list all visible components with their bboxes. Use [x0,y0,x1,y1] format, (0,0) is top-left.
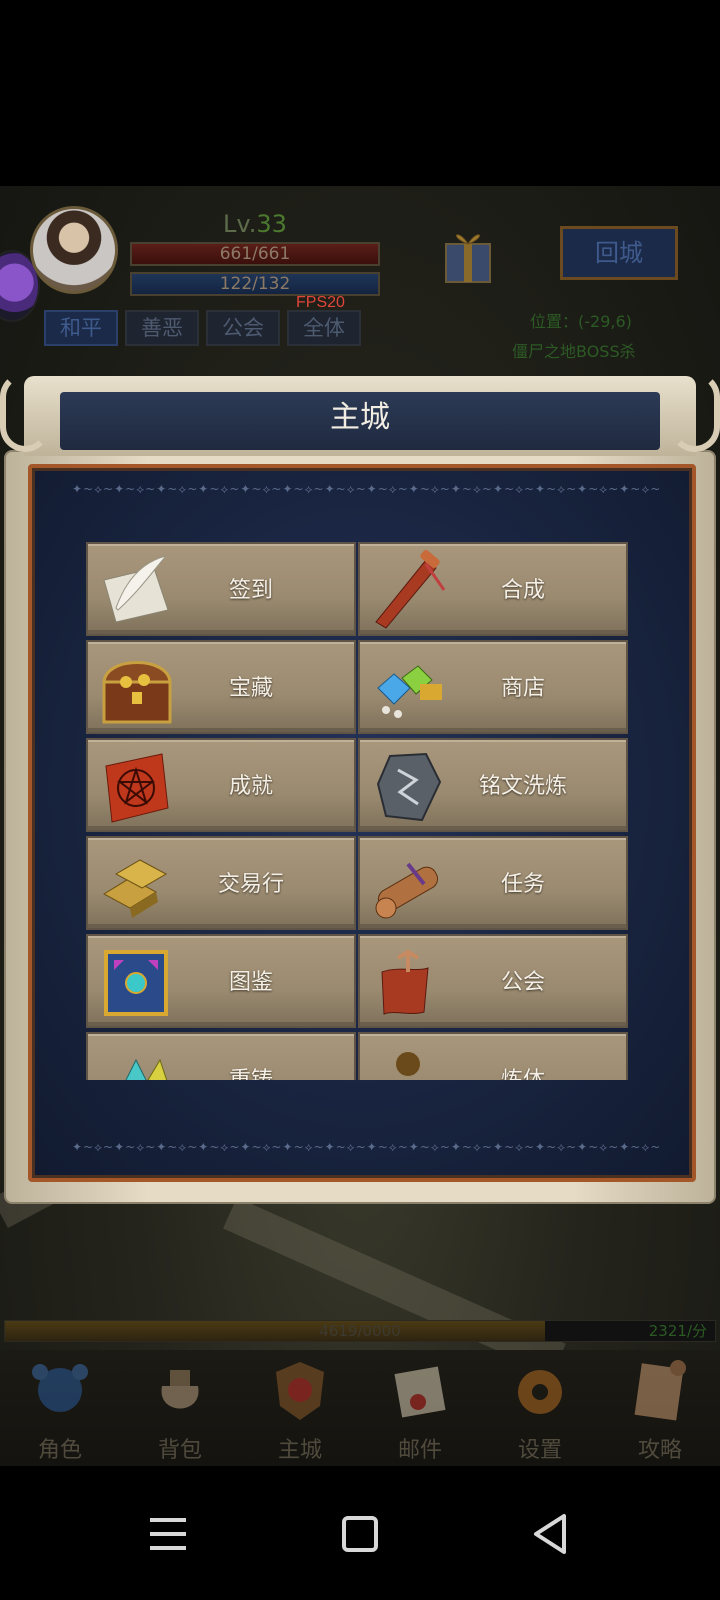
menu-label: 签到 [228,578,273,603]
menu-label: 合成 [500,578,545,603]
red-scroll-icon [375,550,446,629]
main-city-dialog: ✦~⟡~✦~⟡~✦~⟡~✦~⟡~✦~⟡~✦~⟡~✦~⟡~✦~⟡~✦~⟡~✦~⟡~… [0,372,720,1204]
nav-label: 角色 [37,1438,82,1463]
rune-stone-icon [376,752,442,822]
home-icon[interactable] [330,1504,390,1564]
menu-treasure-button[interactable]: 宝藏 [86,640,356,734]
guide-scroll-icon [634,1360,686,1421]
position-readout: 位置：(-29,6) [530,312,632,331]
quest-scroll-icon [375,862,439,919]
treasure-chest-icon [102,661,172,724]
mp-bar: 122/132 [130,272,380,296]
menu-shop-button[interactable]: 商店 [358,640,628,734]
exp-rate: 2321/分 [648,1322,707,1340]
map-name: 僵尸之地BOSS杀 [512,342,636,361]
menu-label: 任务 [500,872,545,897]
screen: Lv.33 661/661 122/132 FPS20 和平 善恶 公会 全体 … [0,0,720,1600]
mode-all-button[interactable]: 全体 [287,310,361,346]
menu-trade-button[interactable]: 交易行 [86,836,356,930]
silhouette-icon [396,1052,420,1076]
system-nav-bar [0,1466,720,1600]
menu-label: 商店 [500,676,545,701]
menu-grid[interactable]: 签到 合成 宝藏 商店 成就 铭文洗炼 交易行 任务 图鉴 公会 [86,542,632,1080]
exp-text: 4619/0000 [319,1322,401,1340]
menu-achievement-button[interactable]: 成就 [86,738,356,832]
nav-character[interactable]: 角色 [0,1350,120,1466]
codex-book-icon [104,950,168,1016]
gems-icon [377,665,442,718]
bottom-nav: 角色 背包 主城 邮件 设置 攻略 [0,1350,720,1466]
menu-inscription-button[interactable]: 铭文洗炼 [358,738,628,832]
mode-peace-button[interactable]: 和平 [44,310,118,346]
menu-synthesis-button[interactable]: 合成 [358,542,628,636]
nav-label: 邮件 [397,1438,442,1463]
gift-box-icon[interactable] [440,222,496,286]
mode-guild-button[interactable]: 公会 [206,310,280,346]
menu-label: 图鉴 [228,970,273,995]
mode-good-evil-button[interactable]: 善恶 [125,310,199,346]
menu-body-refine-button[interactable]: 炼体 [358,1032,628,1080]
nav-label: 攻略 [637,1438,682,1463]
menu-sign-in-button[interactable]: 签到 [86,542,356,636]
menu-label: 成就 [228,774,273,799]
guild-banner-icon [381,949,429,1015]
menu-label: 公会 [500,970,545,995]
back-icon[interactable] [522,1504,582,1564]
dialog-title: 主城 [330,400,390,435]
road [223,1197,566,1375]
hp-bar: 661/661 [130,242,380,266]
menu-label: 交易行 [217,872,284,897]
nav-mail[interactable]: 邮件 [360,1350,480,1466]
menu-reforge-button[interactable]: 重铸 [86,1032,356,1080]
pentagram-scroll-icon [105,753,169,823]
level-prefix: Lv. [223,210,257,238]
nav-label: 设置 [517,1438,562,1463]
ornament-divider: ✦~⟡~✦~⟡~✦~⟡~✦~⟡~✦~⟡~✦~⟡~✦~⟡~✦~⟡~✦~⟡~✦~⟡~… [72,482,660,496]
bag-icon [161,1370,199,1409]
menu-guild-button[interactable]: 公会 [358,934,628,1028]
menu-codex-button[interactable]: 图鉴 [86,934,356,1028]
avatar[interactable] [30,206,118,294]
quill-paper-icon [103,555,169,623]
nav-guide[interactable]: 攻略 [600,1350,720,1466]
level-value: 33 [256,210,287,238]
nav-label: 主城 [277,1438,322,1463]
level-display: Lv.33 [130,210,380,238]
crystal-icon [125,1058,168,1080]
nav-settings[interactable]: 设置 [480,1350,600,1466]
gold-bars-icon [102,859,168,918]
menu-icon[interactable] [138,1504,198,1564]
character-orb-icon [32,1364,88,1412]
menu-label: 铭文洗炼 [478,774,567,799]
gear-icon [518,1370,562,1414]
mail-icon [394,1366,446,1418]
return-city-button[interactable]: 回城 [560,226,678,280]
city-shield-icon [276,1362,324,1420]
nav-bag[interactable]: 背包 [120,1350,240,1466]
menu-label: 炼体 [448,1034,598,1080]
menu-label: 宝藏 [228,676,273,701]
menu-quest-button[interactable]: 任务 [358,836,628,930]
nav-label: 背包 [157,1438,202,1463]
menu-label: 重铸 [176,1034,326,1080]
ornament-divider: ✦~⟡~✦~⟡~✦~⟡~✦~⟡~✦~⟡~✦~⟡~✦~⟡~✦~⟡~✦~⟡~✦~⟡~… [72,1140,660,1154]
exp-bar: 4619/0000 2321/分 [4,1320,716,1342]
nav-main-city[interactable]: 主城 [240,1350,360,1466]
